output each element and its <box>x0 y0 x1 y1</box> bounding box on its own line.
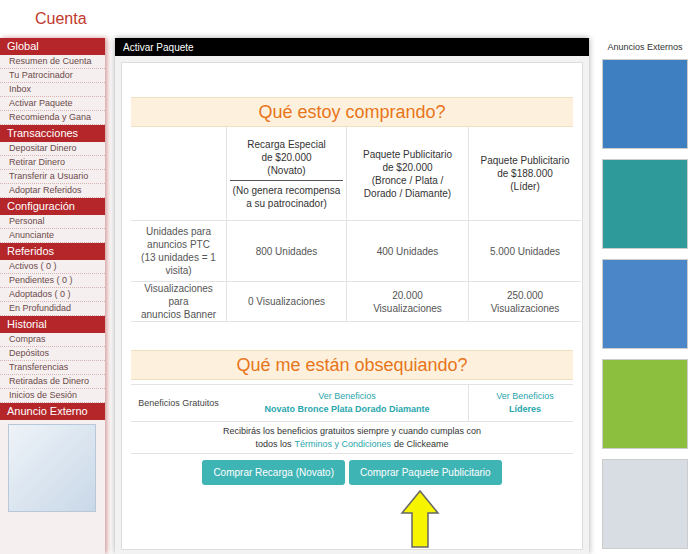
ad-banner[interactable] <box>602 459 688 549</box>
benefits-label: Beneficios Gratuitos <box>131 385 226 421</box>
column-title: Paquete Publicitariode $188.000(Líder) <box>481 154 570 193</box>
sidebar-item[interactable]: Adoptar Referidos <box>0 184 105 198</box>
arrow-icon <box>400 489 440 549</box>
sidebar-header: Configuración <box>0 198 105 215</box>
page-title: Cuenta <box>35 7 87 31</box>
sidebar-item[interactable]: Transferencias <box>0 361 105 375</box>
sidebar-item[interactable]: Activos ( 0 ) <box>0 260 105 274</box>
sidebar-item[interactable]: En Profundidad <box>0 302 105 316</box>
column-header: Paquete Publicitariode $20.000(Bronce / … <box>346 127 468 221</box>
purchase-table: Recarga Especialde $20.000(Novato)(No ge… <box>131 127 573 322</box>
modal-body: Qué estoy comprando?Recarga Especialde $… <box>115 56 589 554</box>
sidebar-item[interactable]: Tu Patrocinador <box>0 69 105 83</box>
sidebar-item[interactable]: Retiradas de Dinero <box>0 375 105 389</box>
table-cell: 800 Unidades <box>226 221 346 282</box>
sidebar-item[interactable]: Inicios de Sesión <box>0 389 105 403</box>
benefit: Ver BeneficiosNovato Bronce Plata Dorado… <box>226 385 468 421</box>
table-corner <box>131 127 226 221</box>
sidebar-header: Historial <box>0 316 105 333</box>
sidebar-header: Transacciones <box>0 125 105 142</box>
sidebar-item[interactable]: Adoptados ( 0 ) <box>0 288 105 302</box>
column-title: Paquete Publicitariode $20.000(Bronce / … <box>363 148 452 200</box>
sidebar-header: Anuncio Externo <box>0 403 105 420</box>
column-note: (No genera recompensaa su patrocinador) <box>233 181 341 210</box>
sidebar-header: Global <box>0 38 105 55</box>
benefit: Ver BeneficiosLíderes <box>468 385 581 421</box>
sidebar-item[interactable]: Depósitos <box>0 347 105 361</box>
benefits-note: Recibirás los beneficios gratuitos siemp… <box>131 421 573 454</box>
sidebar-item[interactable]: Resumen de Cuenta <box>0 55 105 69</box>
benefit-tiers: Líderes <box>509 403 541 416</box>
ad-banner[interactable] <box>602 259 688 349</box>
sidebar-item[interactable]: Transferir a Usuario <box>0 170 105 184</box>
table-cell: 20.000Visualizaciones <box>346 282 468 322</box>
modal-header: Activar Paquete <box>115 38 589 56</box>
column-title: Recarga Especialde $20.000(Novato) <box>230 138 343 181</box>
modal-content: Qué estoy comprando?Recarga Especialde $… <box>121 62 583 550</box>
ad-banner[interactable] <box>8 424 96 512</box>
ad-banner[interactable] <box>602 159 688 249</box>
sidebar-item[interactable]: Pendientes ( 0 ) <box>0 274 105 288</box>
terms-link[interactable]: Términos y Condiciones <box>294 438 391 451</box>
sidebar-section: ReferidosActivos ( 0 )Pendientes ( 0 )Ad… <box>0 243 105 316</box>
sidebar-item[interactable]: Retirar Dinero <box>0 156 105 170</box>
modal: Activar PaqueteQué estoy comprando?Recar… <box>115 38 589 554</box>
ads-title: Anuncios Externos <box>607 38 682 59</box>
sidebar-item[interactable]: Recomienda y Gana <box>0 111 105 125</box>
gifts-heading: Qué me están obsequiando? <box>131 350 573 380</box>
page-title-bar: Cuenta <box>0 0 700 38</box>
sidebar-item[interactable]: Activar Paquete <box>0 97 105 111</box>
buy-button[interactable]: Comprar Recarga (Novato) <box>202 460 345 485</box>
sidebar-item[interactable]: Compras <box>0 333 105 347</box>
table-cell: 5.000 Unidades <box>468 221 581 282</box>
main: GlobalResumen de CuentaTu PatrocinadorIn… <box>0 38 700 554</box>
purchase-heading: Qué estoy comprando? <box>131 97 573 127</box>
row-label: Unidades paraanuncios PTC(13 unidades = … <box>131 221 226 282</box>
column-header: Paquete Publicitariode $188.000(Líder) <box>468 127 581 221</box>
column-header: Recarga Especialde $20.000(Novato)(No ge… <box>226 127 346 221</box>
table-cell: 250.000Visualizaciones <box>468 282 581 322</box>
sidebar-section: HistorialComprasDepósitosTransferenciasR… <box>0 316 105 403</box>
button-row: Comprar Recarga (Novato)Comprar Paquete … <box>131 454 573 485</box>
ad-banner[interactable] <box>602 59 688 149</box>
page: Cuenta GlobalResumen de CuentaTu Patrocin… <box>0 0 700 554</box>
sidebar-section: TransaccionesDepositar DineroRetirar Din… <box>0 125 105 198</box>
benefit-link[interactable]: Ver Beneficios <box>496 390 554 403</box>
sidebar-header: Referidos <box>0 243 105 260</box>
buy-button[interactable]: Comprar Paquete Publicitario <box>349 460 502 485</box>
row-label: Visualizaciones paraanuncios Banner <box>131 282 226 322</box>
sidebar-item[interactable]: Anunciante <box>0 229 105 243</box>
sidebar-section: GlobalResumen de CuentaTu PatrocinadorIn… <box>0 38 105 125</box>
sidebar-section: ConfiguraciónPersonalAnunciante <box>0 198 105 243</box>
ad-banner[interactable] <box>602 359 688 449</box>
sidebar: GlobalResumen de CuentaTu PatrocinadorIn… <box>0 38 105 554</box>
benefit-tiers: Novato Bronce Plata Dorado Diamante <box>264 403 429 416</box>
table-cell: 0 Visualizaciones <box>226 282 346 322</box>
benefits-row: Beneficios GratuitosVer BeneficiosNovato… <box>131 384 573 421</box>
sidebar-item[interactable]: Inbox <box>0 83 105 97</box>
sidebar-item[interactable]: Personal <box>0 215 105 229</box>
table-cell: 400 Unidades <box>346 221 468 282</box>
sidebar-item[interactable]: Depositar Dinero <box>0 142 105 156</box>
ads-column: Anuncios Externos <box>600 38 690 554</box>
benefit-link[interactable]: Ver Beneficios <box>318 390 376 403</box>
